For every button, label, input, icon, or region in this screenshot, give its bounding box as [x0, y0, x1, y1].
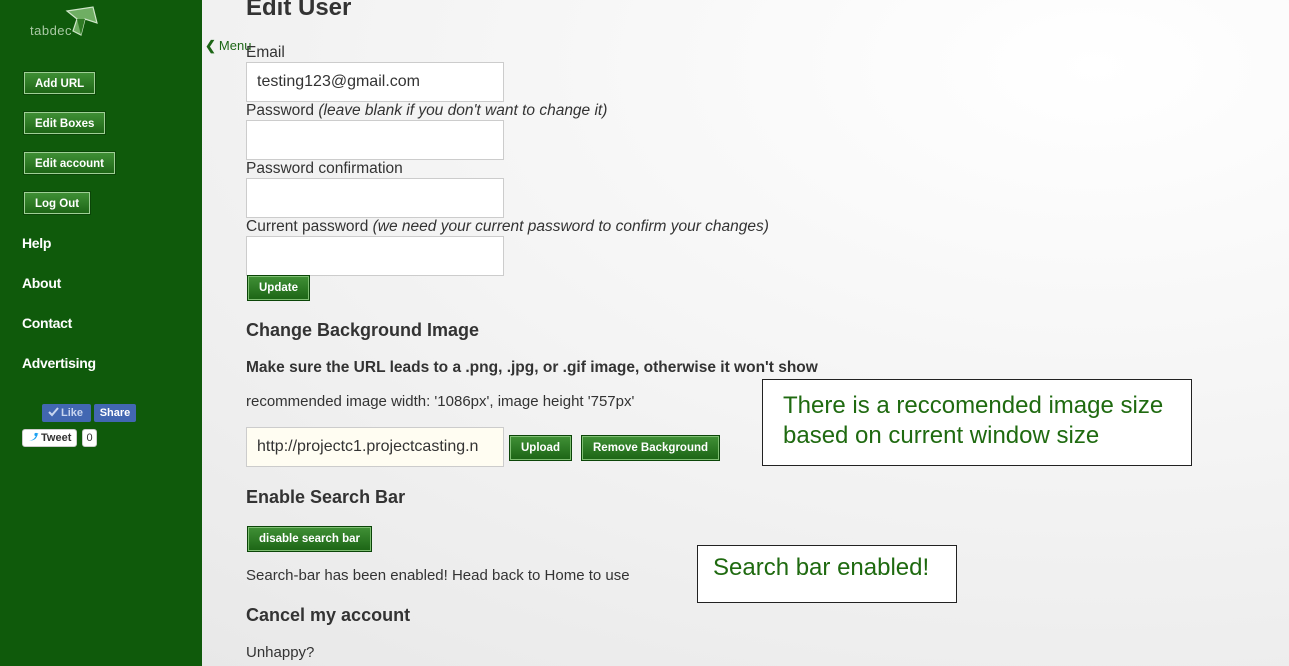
sidebar-link-help[interactable]: Help: [22, 235, 51, 251]
search-bar-status: Search-bar has been enabled! Head back t…: [246, 567, 630, 584]
facebook-like-button[interactable]: Like: [42, 404, 91, 422]
twitter-bird-icon: [27, 432, 39, 441]
password-label: Password (leave blank if you don't want …: [246, 102, 607, 120]
unhappy-text: Unhappy?: [246, 644, 315, 661]
facebook-share-button[interactable]: Share: [94, 404, 136, 422]
like-label: Like: [61, 407, 84, 419]
tweet-label: Tweet: [41, 432, 72, 444]
tweet-button[interactable]: Tweet: [22, 429, 77, 447]
upload-button[interactable]: Upload: [510, 436, 571, 460]
search-enabled-annotation: Search bar enabled!: [697, 545, 957, 603]
password-confirmation-field[interactable]: [246, 178, 504, 218]
password-hint: (leave blank if you don't want to change…: [318, 102, 608, 119]
current-password-label-text: Current password: [246, 218, 369, 235]
add-url-button[interactable]: Add URL: [24, 72, 96, 94]
tabdec-logo[interactable]: tabdec: [30, 5, 120, 41]
remove-background-button[interactable]: Remove Background: [582, 436, 720, 460]
chevron-left-icon: ❮: [205, 38, 216, 53]
page-title: Edit User: [246, 0, 352, 21]
logo-arrow-icon: [65, 6, 98, 36]
edit-boxes-button[interactable]: Edit Boxes: [24, 112, 106, 134]
current-password-label: Current password (we need your current p…: [246, 218, 769, 236]
menu-toggle[interactable]: ❮ Menu: [205, 38, 251, 54]
current-password-hint: (we need your current password to confir…: [372, 218, 769, 235]
current-password-field[interactable]: [246, 236, 504, 276]
password-confirmation-label: Password confirmation: [246, 160, 403, 177]
sidebar-link-advertising[interactable]: Advertising: [22, 355, 96, 371]
tweet-count: 0: [82, 429, 97, 447]
sidebar: tabdec Add URL Edit Boxes Edit account L…: [0, 0, 202, 666]
background-notice: Make sure the URL leads to a .png, .jpg,…: [246, 359, 818, 376]
image-size-annotation-line2: based on current window size: [783, 422, 1100, 449]
password-field[interactable]: [246, 120, 504, 160]
image-size-annotation-line1: There is a reccomended image size: [783, 392, 1164, 419]
update-button[interactable]: Update: [248, 276, 309, 300]
disable-search-bar-button[interactable]: disable search bar: [248, 527, 371, 551]
background-url-input[interactable]: http://projectc1.projectcasting.n: [246, 427, 504, 467]
search-bar-heading: Enable Search Bar: [246, 487, 406, 507]
log-out-button[interactable]: Log Out: [24, 192, 91, 214]
background-heading: Change Background Image: [246, 320, 480, 340]
email-field[interactable]: testing123@gmail.com: [246, 62, 504, 102]
recommended-size-text: recommended image width: '1086px', image…: [246, 393, 635, 410]
cancel-account-heading: Cancel my account: [246, 605, 411, 625]
sidebar-link-contact[interactable]: Contact: [22, 315, 72, 331]
edit-account-button[interactable]: Edit account: [24, 152, 116, 174]
password-label-text: Password: [246, 102, 315, 119]
email-label: Email: [246, 44, 285, 61]
checkmark-icon: [48, 407, 59, 417]
image-size-annotation: There is a reccomended image size based …: [762, 379, 1192, 466]
sidebar-link-about[interactable]: About: [22, 275, 61, 291]
